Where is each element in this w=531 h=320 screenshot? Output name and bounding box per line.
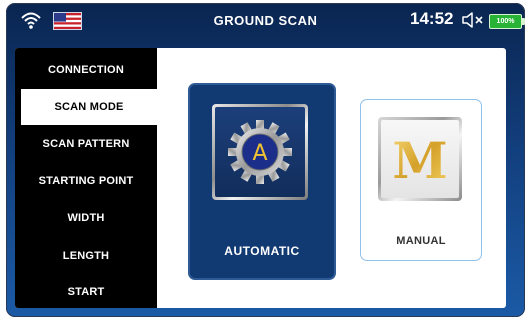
sidebar-item-label: WIDTH xyxy=(67,212,105,224)
sidebar-item-starting-point[interactable]: STARTING POINT xyxy=(15,163,157,199)
automatic-mode-label: AUTOMATIC xyxy=(224,244,300,258)
sidebar-item-length[interactable]: LENGTH xyxy=(15,238,157,274)
sidebar: CONNECTION SCAN MODE SCAN PATTERN STARTI… xyxy=(15,48,157,308)
sidebar-item-label: SCAN PATTERN xyxy=(42,138,130,150)
sidebar-item-scan-mode[interactable]: SCAN MODE xyxy=(21,89,157,125)
manual-mode-label: MANUAL xyxy=(396,235,446,247)
automatic-mode-button[interactable]: A AUTOMATIC xyxy=(188,83,336,280)
sidebar-item-label: STARTING POINT xyxy=(38,175,134,187)
sidebar-item-label: LENGTH xyxy=(62,250,110,262)
sidebar-item-label: SCAN MODE xyxy=(54,101,124,113)
automatic-gear-icon: A xyxy=(228,120,292,184)
status-bar: GROUND SCAN 14:52 100% xyxy=(6,3,525,39)
speaker-muted-icon[interactable] xyxy=(462,12,484,28)
automatic-icon-frame: A xyxy=(212,104,308,200)
sidebar-item-scan-pattern[interactable]: SCAN PATTERN xyxy=(15,126,157,162)
manual-icon-frame: M xyxy=(378,117,462,201)
battery-icon: 100% xyxy=(489,14,525,29)
manual-icon-letter: M xyxy=(392,131,447,190)
sidebar-item-connection[interactable]: CONNECTION xyxy=(15,52,157,88)
clock: 14:52 xyxy=(410,9,454,28)
automatic-icon-letter: A xyxy=(252,141,267,166)
sidebar-item-label: CONNECTION xyxy=(48,64,124,76)
manual-mode-button[interactable]: M MANUAL xyxy=(360,99,482,261)
sidebar-item-label: START xyxy=(67,286,105,298)
sidebar-item-width[interactable]: WIDTH xyxy=(15,200,157,236)
manual-m-icon: M xyxy=(392,131,447,190)
sidebar-item-start[interactable]: START xyxy=(15,274,157,310)
battery-level: 100% xyxy=(496,18,515,25)
